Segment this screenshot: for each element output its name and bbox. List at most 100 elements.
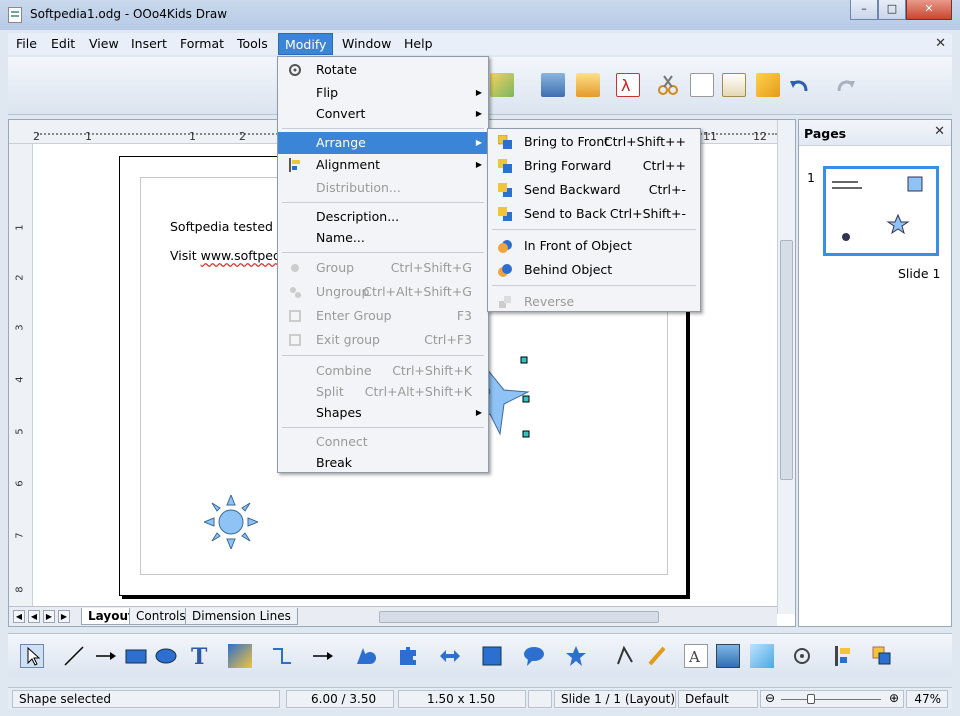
menu-item-ungroup[interactable]: Ungroup Ctrl+Alt+Shift+G	[278, 281, 488, 303]
text-visit-link[interactable]: Visit www.softpedia	[170, 248, 292, 263]
alignment-tool-icon[interactable]	[832, 644, 856, 668]
glue-points-icon[interactable]	[646, 644, 670, 668]
arrange-tool-icon[interactable]	[870, 644, 894, 668]
menu-item-distribution[interactable]: Distribution...	[278, 177, 488, 199]
menu-item-convert[interactable]: Convert ▶	[278, 103, 488, 125]
from-file-icon[interactable]	[716, 644, 740, 668]
line-tool-icon[interactable]	[62, 644, 86, 668]
navigator-icon[interactable]	[541, 73, 565, 97]
menu-item-rotate[interactable]: Rotate	[278, 59, 488, 81]
menu-item-group[interactable]: Group Ctrl+Shift+G	[278, 257, 488, 279]
block-arrows-icon[interactable]	[438, 644, 462, 668]
menu-insert[interactable]: Insert	[125, 33, 173, 55]
pdf-export-icon[interactable]: λ	[616, 73, 640, 97]
menu-modify[interactable]: Modify	[278, 33, 334, 55]
close-window-button[interactable]: ✕	[906, 0, 952, 20]
menu-view[interactable]: View	[83, 33, 125, 55]
close-document-icon[interactable]: ✕	[935, 36, 946, 51]
points-icon[interactable]	[614, 644, 638, 668]
menu-item-bring-forward[interactable]: Bring Forward Ctrl++	[488, 155, 700, 177]
ellipse-tool-icon[interactable]	[154, 644, 178, 668]
lines-arrows-tool-icon[interactable]	[311, 644, 335, 668]
sun-shape[interactable]	[204, 495, 258, 549]
menu-item-bring-to-front[interactable]: Bring to Front Ctrl+Shift++	[488, 131, 700, 153]
zoom-in-icon[interactable]: ⊕	[889, 690, 899, 707]
menu-window[interactable]: Window	[336, 33, 397, 55]
slide-thumbnail-label: Slide 1	[898, 266, 941, 281]
symbol-shapes-icon[interactable]	[396, 644, 420, 668]
prev-tab-button[interactable]: ◀	[28, 610, 40, 623]
svg-text:T: T	[191, 644, 208, 668]
cut-icon[interactable]	[656, 73, 680, 97]
vertical-scroll-thumb[interactable]	[780, 240, 793, 480]
connector-tool-icon[interactable]	[270, 644, 294, 668]
page-number: 1	[807, 170, 815, 185]
gallery-toggle-icon[interactable]	[750, 644, 774, 668]
zoom-handle[interactable]	[807, 694, 815, 704]
tab-dimension-lines[interactable]: Dimension Lines	[185, 608, 298, 625]
vertical-scrollbar[interactable]	[777, 120, 795, 614]
menu-item-shapes[interactable]: Shapes ▶	[278, 402, 488, 424]
menu-item-alignment[interactable]: Alignment ▶	[278, 154, 488, 176]
gallery-icon[interactable]	[576, 73, 600, 97]
next-tab-button[interactable]: ▶	[43, 610, 55, 623]
zoom-slider[interactable]: ⊖ ⊕	[760, 690, 904, 708]
ruler-tick: 6	[14, 480, 26, 487]
layout-indicator: Default	[678, 690, 758, 708]
flowchart-icon[interactable]	[480, 644, 504, 668]
menu-item-description[interactable]: Description...	[278, 206, 488, 228]
menu-item-send-to-back[interactable]: Send to Back Ctrl+Shift+-	[488, 203, 700, 225]
maximize-button[interactable]: □	[878, 0, 906, 20]
menu-item-exit-group[interactable]: Exit group Ctrl+F3	[278, 329, 488, 351]
zoom-percentage[interactable]: 47%	[906, 690, 948, 708]
basic-shapes-icon[interactable]	[354, 644, 378, 668]
close-pages-panel-icon[interactable]: ✕	[934, 124, 945, 139]
minimize-button[interactable]: –	[850, 0, 878, 20]
undo-icon[interactable]	[788, 73, 812, 97]
stars-icon[interactable]	[564, 644, 588, 668]
select-tool-icon[interactable]	[20, 644, 44, 668]
slide-thumbnail[interactable]	[823, 166, 939, 256]
zoom-out-icon[interactable]: ⊖	[765, 690, 775, 707]
rectangle-tool-icon[interactable]	[124, 644, 148, 668]
text-softpedia-tested[interactable]: Softpedia tested	[170, 219, 273, 234]
menu-item-combine[interactable]: Combine Ctrl+Shift+K	[278, 360, 488, 382]
menu-item-send-backward[interactable]: Send Backward Ctrl+-	[488, 179, 700, 201]
clone-formatting-icon[interactable]	[756, 73, 780, 97]
menu-item-split[interactable]: Split Ctrl+Alt+Shift+K	[278, 381, 488, 403]
fontwork-icon[interactable]: A	[684, 644, 708, 668]
menu-item-in-front-of-object[interactable]: In Front of Object	[488, 235, 700, 257]
tab-controls[interactable]: Controls	[129, 608, 193, 625]
menu-item-name[interactable]: Name...	[278, 227, 488, 249]
menu-item-connect[interactable]: Connect	[278, 431, 488, 453]
paste-icon[interactable]	[722, 73, 746, 97]
menu-item-arrange[interactable]: Arrange ▶	[278, 132, 488, 154]
text-tool-icon[interactable]: T	[188, 644, 212, 670]
menu-help[interactable]: Help	[398, 33, 439, 55]
menu-edit[interactable]: Edit	[45, 33, 81, 55]
horizontal-scroll-thumb[interactable]	[379, 611, 659, 623]
rotate-tool-icon[interactable]	[790, 644, 814, 668]
menu-item-enter-group[interactable]: Enter Group F3	[278, 305, 488, 327]
menu-item-behind-object[interactable]: Behind Object	[488, 259, 700, 281]
first-tab-button[interactable]: ◀	[13, 610, 25, 623]
callouts-icon[interactable]	[522, 644, 546, 668]
menu-file[interactable]: File	[10, 33, 43, 55]
menu-item-reverse[interactable]: Reverse	[488, 291, 700, 313]
menu-item-flip[interactable]: Flip ▶	[278, 82, 488, 104]
menu-bar: File Edit View Insert Format Tools Modif…	[8, 33, 952, 55]
copy-icon[interactable]	[690, 73, 714, 97]
layer-tabs-bar: ◀ ◀ ▶ ▶ Layout Controls Dimension Lines	[9, 606, 777, 626]
draw-functions-icon[interactable]	[490, 73, 514, 97]
zoom-track	[781, 699, 881, 700]
curve-tool-icon[interactable]	[228, 644, 252, 668]
menu-item-break[interactable]: Break	[278, 452, 488, 474]
title-bar: Softpedia1.odg - OOo4Kids Draw – □ ✕	[0, 0, 960, 30]
line-arrow-tool-icon[interactable]	[94, 644, 118, 668]
pages-panel: Pages ✕ 1 Slide 1	[798, 119, 952, 627]
rotate-icon	[289, 64, 301, 76]
alignment-icon	[289, 158, 300, 172]
last-tab-button[interactable]: ▶	[58, 610, 70, 623]
menu-tools[interactable]: Tools	[231, 33, 274, 55]
menu-format[interactable]: Format	[174, 33, 230, 55]
